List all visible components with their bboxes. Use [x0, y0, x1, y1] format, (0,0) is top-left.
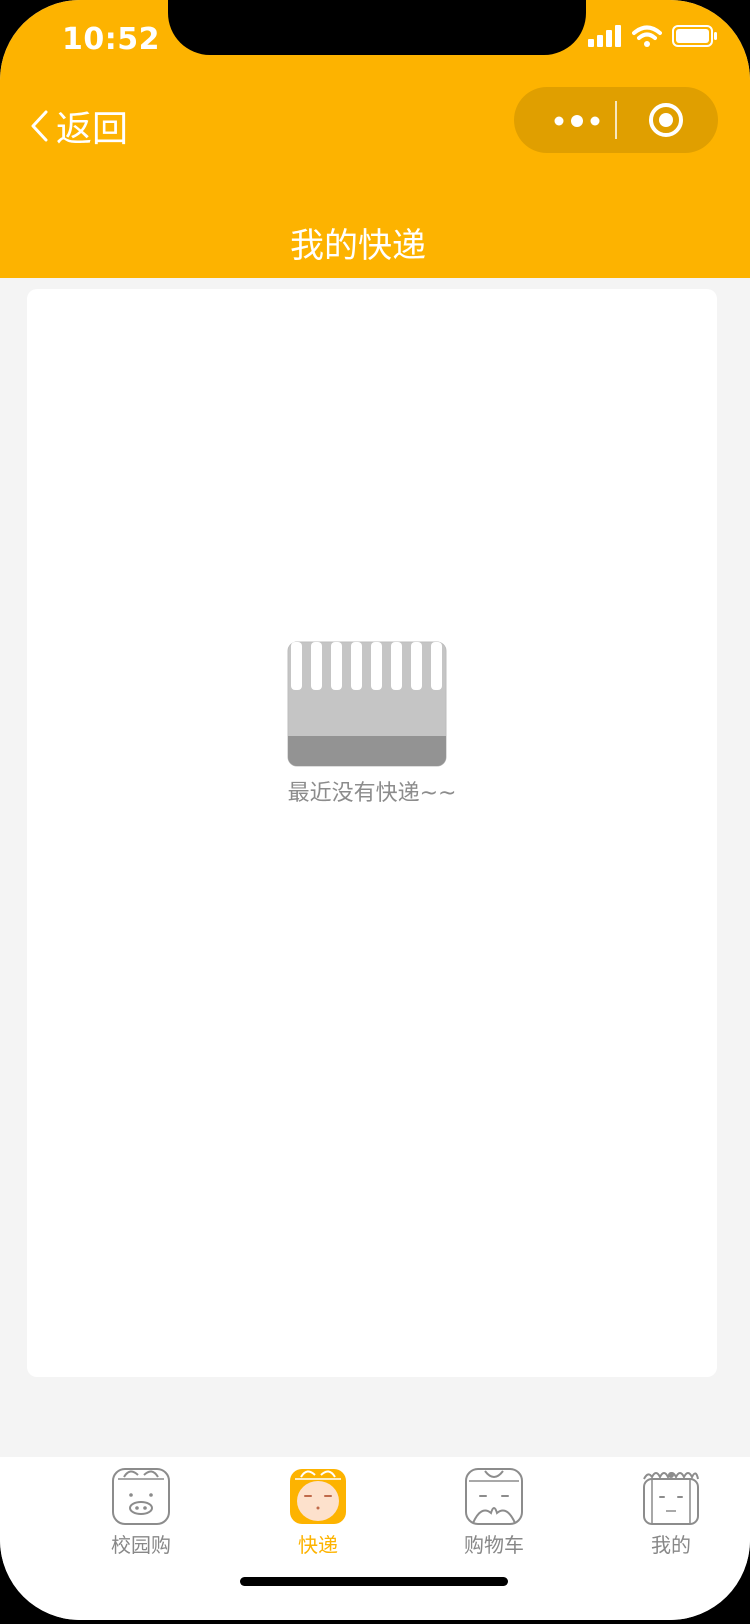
- phone-screen: 10:52 返回 我的快递 最近没有快递~~ 校园购 快递 购物车 我的: [0, 0, 750, 1620]
- empty-box-icon: [287, 641, 447, 767]
- back-button[interactable]: 返回: [28, 100, 128, 152]
- status-icons: [588, 24, 718, 48]
- tab-label: 校园购: [111, 1533, 171, 1557]
- express-list-card: 最近没有快递~~: [27, 289, 717, 1377]
- tab-label: 购物车: [464, 1533, 524, 1557]
- tab-label: 我的: [651, 1533, 691, 1557]
- page-title: 我的快递: [290, 226, 426, 266]
- sand-monk-face-icon: [643, 1472, 699, 1525]
- home-indicator[interactable]: [240, 1577, 508, 1586]
- empty-state-message: 最近没有快递~~: [287, 781, 457, 806]
- chevron-left-icon: [31, 110, 48, 142]
- pig-face-icon: [112, 1468, 170, 1525]
- more-menu-icon[interactable]: [544, 107, 610, 135]
- mini-program-capsule: [514, 87, 718, 153]
- close-mini-program-icon[interactable]: [648, 102, 684, 138]
- wifi-icon: [632, 25, 662, 47]
- device-notch: [168, 0, 586, 55]
- tab-label: 快递: [298, 1533, 338, 1557]
- monkey-face-icon: [290, 1469, 346, 1524]
- capsule-divider: [615, 101, 617, 139]
- tab-cart[interactable]: 购物车: [434, 1465, 554, 1558]
- tab-bar: 校园购 快递 购物车 我的: [0, 1457, 750, 1620]
- tab-mine[interactable]: 我的: [611, 1465, 731, 1558]
- signal-icon: [588, 25, 621, 47]
- tab-express[interactable]: 快递: [258, 1465, 378, 1558]
- tab-campus-shop[interactable]: 校园购: [81, 1465, 201, 1558]
- back-label: 返回: [56, 109, 129, 150]
- battery-icon: [672, 25, 717, 47]
- monk-face-icon: [465, 1468, 523, 1525]
- header: 10:52 返回 我的快递: [0, 0, 750, 278]
- status-time: 10:52: [62, 22, 160, 57]
